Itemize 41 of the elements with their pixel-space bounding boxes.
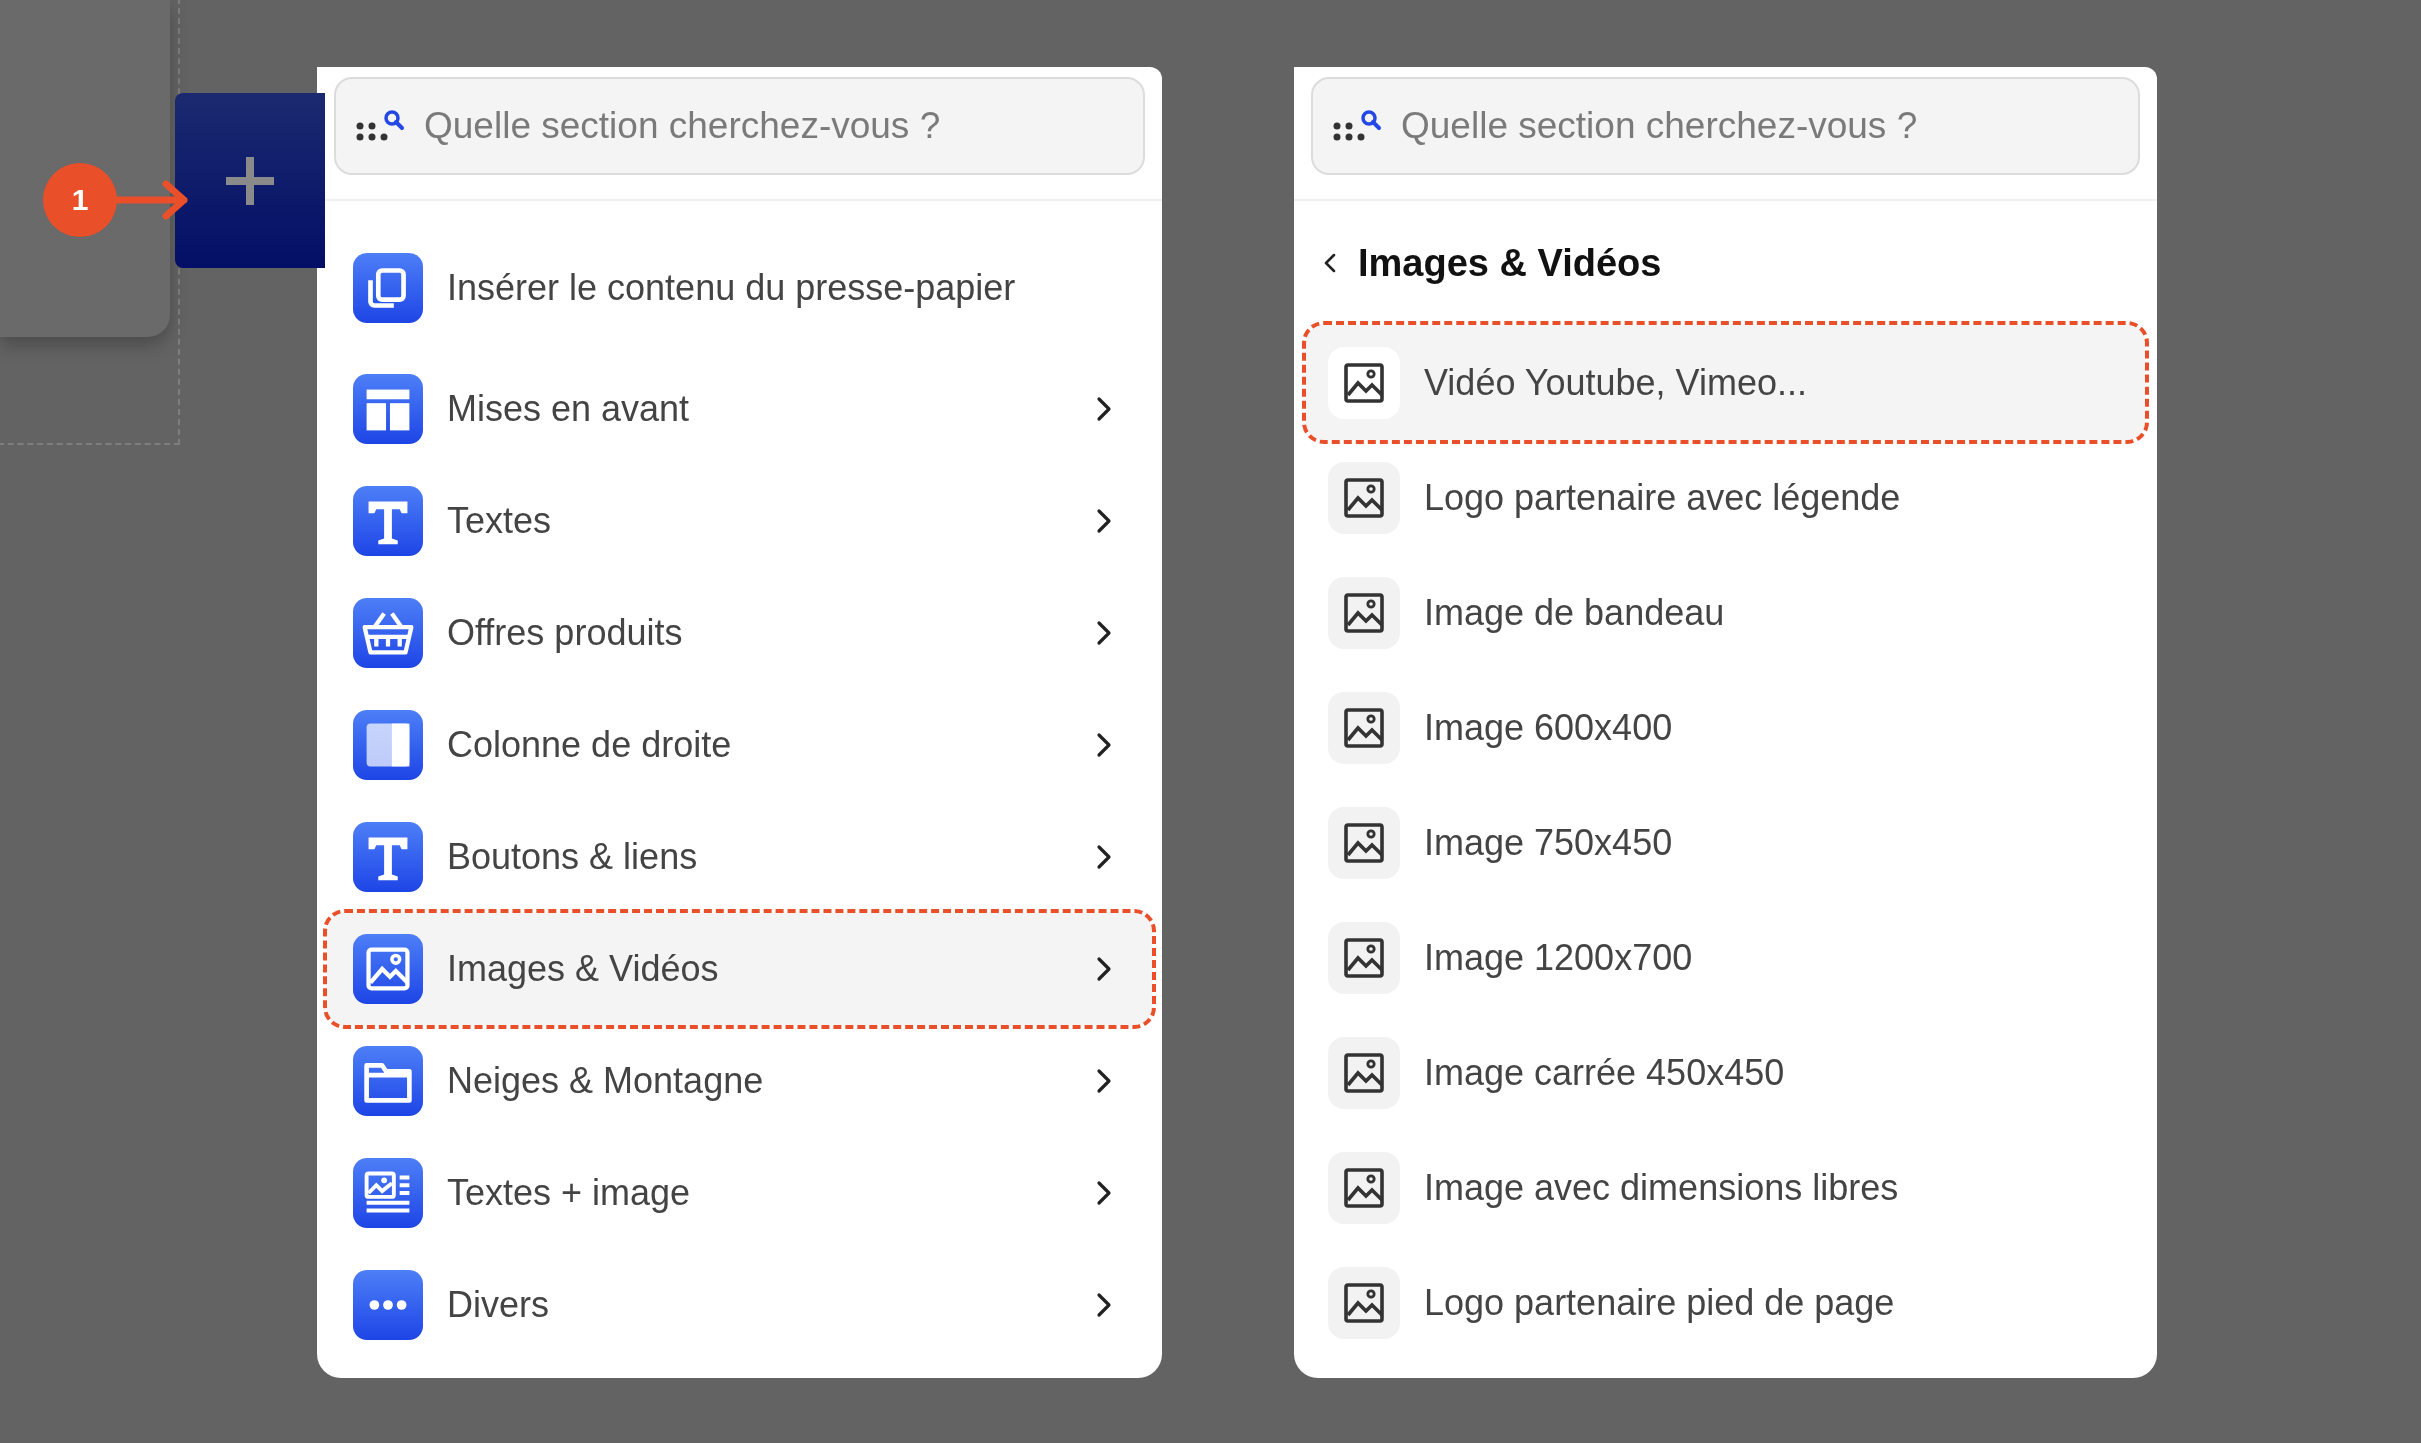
- menu-item[interactable]: Image 600x400: [1306, 670, 2145, 785]
- section-icon: [353, 374, 423, 444]
- section-icon: [353, 710, 423, 780]
- menu-item[interactable]: Boutons & liens: [327, 801, 1152, 913]
- add-section-button[interactable]: [175, 93, 325, 268]
- menu-item[interactable]: Offres produits: [327, 577, 1152, 689]
- image-icon: [1328, 691, 1400, 764]
- search-field[interactable]: Quelle section cherchez-vous ?: [1311, 77, 2140, 175]
- section-icon: [353, 1270, 423, 1340]
- menu-item[interactable]: Textes + image: [327, 1137, 1152, 1249]
- menu-item[interactable]: Textes: [327, 465, 1152, 577]
- section-icon: [353, 934, 423, 1004]
- menu-item[interactable]: Image avec dimensions libres: [1306, 1130, 2145, 1245]
- image-icon: [1328, 1151, 1400, 1224]
- section-icon: [353, 1158, 423, 1228]
- image-icon: [1328, 461, 1400, 534]
- menu-item[interactable]: Image 1200x700: [1306, 900, 2145, 1015]
- image-icon: [1328, 1266, 1400, 1339]
- menu-item[interactable]: Colonne de droite: [327, 689, 1152, 801]
- menu-item[interactable]: Insérer le contenu du presse-papier: [327, 223, 1152, 353]
- image-icon: [1328, 921, 1400, 994]
- image-icon: [1328, 346, 1400, 419]
- menu-item[interactable]: Neiges & Montagne: [327, 1025, 1152, 1137]
- section-icon: [353, 253, 423, 323]
- menu-item[interactable]: Image 750x450: [1306, 785, 2145, 900]
- back-chevron-icon[interactable]: [1322, 251, 1338, 275]
- section-icon: [353, 486, 423, 556]
- menu-item[interactable]: Image carrée 450x450: [1306, 1015, 2145, 1130]
- menu-item[interactable]: Logo partenaire avec légende: [1306, 440, 2145, 555]
- menu-item[interactable]: Image de bandeau: [1306, 555, 2145, 670]
- menu-item[interactable]: Mises en avant: [327, 353, 1152, 465]
- image-icon: [1328, 1036, 1400, 1109]
- submenu-title: Images & Vidéos: [1358, 241, 1662, 285]
- section-icon: [353, 1046, 423, 1116]
- image-icon: [1328, 576, 1400, 649]
- search-field[interactable]: Quelle section cherchez-vous ?: [334, 77, 1145, 175]
- menu-item[interactable]: Divers: [327, 1249, 1152, 1361]
- section-icon: [353, 598, 423, 668]
- menu-item[interactable]: Logo partenaire pied de page: [1306, 1245, 2145, 1360]
- section-icon: [353, 822, 423, 892]
- image-icon: [1328, 806, 1400, 879]
